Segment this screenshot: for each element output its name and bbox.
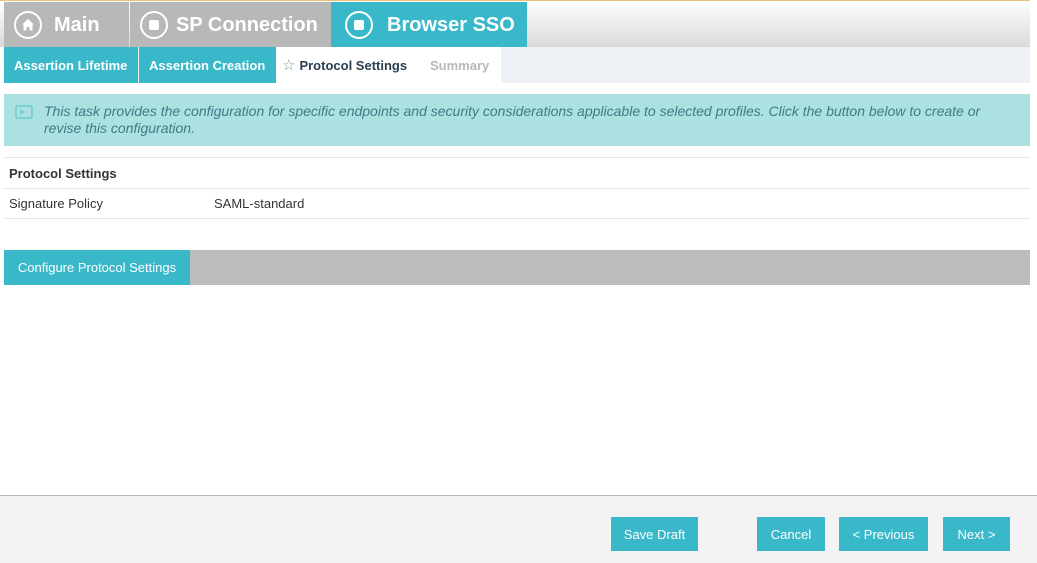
- tab-protocol-settings[interactable]: ☆ Protocol Settings: [276, 47, 421, 83]
- breadcrumb-main-label: Main: [54, 13, 100, 36]
- save-draft-button[interactable]: Save Draft: [611, 517, 698, 551]
- breadcrumb: Main SP Connection Browser SSO: [0, 0, 1030, 48]
- tab-assertion-lifetime-label: Assertion Lifetime: [14, 57, 128, 73]
- breadcrumb-browser-sso-label: Browser SSO: [387, 13, 515, 36]
- info-icon: [15, 105, 33, 119]
- breadcrumb-sp-connection-label: SP Connection: [176, 13, 318, 36]
- settings-heading: Protocol Settings: [9, 165, 117, 181]
- signature-policy-value: SAML-standard: [214, 196, 305, 211]
- tab-summary-label: Summary: [430, 57, 490, 73]
- table-row: Signature Policy SAML-standard: [4, 188, 1030, 219]
- tab-assertion-lifetime[interactable]: Assertion Lifetime: [4, 47, 138, 83]
- star-icon: ☆: [282, 57, 296, 74]
- tab-assertion-creation-label: Assertion Creation: [149, 57, 266, 73]
- tab-assertion-creation[interactable]: Assertion Creation: [139, 47, 276, 83]
- cancel-button[interactable]: Cancel: [757, 517, 825, 551]
- settings-table: Protocol Settings Signature Policy SAML-…: [4, 157, 1030, 219]
- configure-protocol-settings-button[interactable]: Configure Protocol Settings: [4, 250, 190, 285]
- signature-policy-label: Signature Policy: [9, 196, 103, 211]
- previous-button[interactable]: < Previous: [839, 517, 928, 551]
- tab-protocol-settings-label: Protocol Settings: [299, 57, 408, 73]
- info-banner: This task provides the configuration for…: [4, 94, 1030, 146]
- breadcrumb-main[interactable]: Main: [4, 2, 129, 48]
- stop-icon: [140, 11, 168, 39]
- breadcrumb-sp-connection[interactable]: SP Connection: [130, 2, 331, 48]
- settings-header-row: Protocol Settings: [4, 157, 1030, 188]
- breadcrumb-browser-sso[interactable]: Browser SSO: [331, 2, 527, 48]
- configure-bar: Configure Protocol Settings: [4, 250, 1030, 285]
- home-icon: [14, 11, 42, 39]
- subtab-bar: Assertion Lifetime Assertion Creation ☆ …: [4, 47, 1030, 83]
- info-banner-text: This task provides the configuration for…: [44, 103, 981, 136]
- page: Main SP Connection Browser SSO Assertion…: [0, 0, 1037, 563]
- next-button[interactable]: Next >: [943, 517, 1010, 551]
- footer: Save Draft Cancel < Previous Next >: [0, 495, 1037, 563]
- tab-summary: Summary: [421, 47, 501, 83]
- stop-icon: [345, 11, 373, 39]
